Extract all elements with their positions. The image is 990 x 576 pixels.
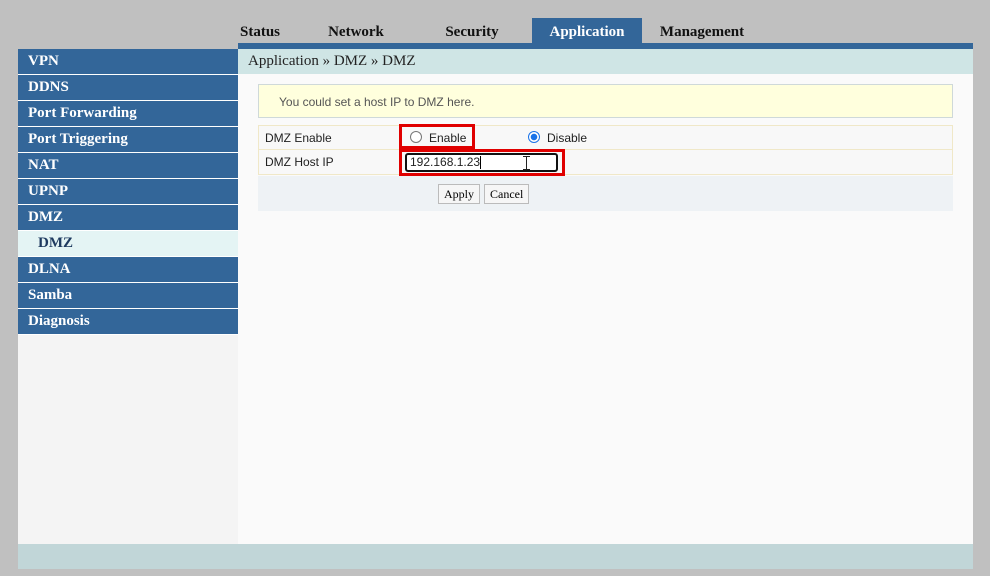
sidebar-item-nat[interactable]: NAT [18,153,238,179]
sidebar-item-port-triggering[interactable]: Port Triggering [18,127,238,153]
tab-status[interactable]: Status [220,18,300,43]
ibeam-cursor-icon [523,156,530,170]
tab-application[interactable]: Application [532,18,642,43]
footer-bar [18,544,973,569]
sidebar-item-upnp[interactable]: UPNP [18,179,238,205]
sidebar-item-ddns[interactable]: DDNS [18,75,238,101]
tab-management[interactable]: Management [642,18,762,43]
sidebar-item-diagnosis[interactable]: Diagnosis [18,309,238,335]
dmz-form: DMZ Enable Enable Disable DMZ Host IP 19… [258,124,953,176]
text-caret [480,156,482,170]
sidebar-subitem-dmz[interactable]: DMZ [18,231,238,257]
cancel-button[interactable]: Cancel [484,184,530,204]
sidebar-item-samba[interactable]: Samba [18,283,238,309]
info-notice: You could set a host IP to DMZ here. [258,84,953,118]
dmz-host-ip-input[interactable]: 192.168.1.23 [405,153,558,172]
enable-radio[interactable] [410,131,422,143]
sidebar-item-dlna[interactable]: DLNA [18,257,238,283]
enable-radio-label[interactable]: Enable [429,126,466,151]
top-navigation: Status Network Security Application Mana… [220,18,762,43]
dmz-enable-row: DMZ Enable Enable Disable [258,124,953,151]
sidebar-item-vpn[interactable]: VPN [18,49,238,75]
sidebar-item-port-forwarding[interactable]: Port Forwarding [18,101,238,127]
dmz-host-ip-value: 192.168.1.23 [410,155,481,169]
apply-button[interactable]: Apply [438,184,480,204]
main-content: Application » DMZ » DMZ You could set a … [238,49,973,544]
disable-radio[interactable] [528,131,540,143]
sidebar: VPN DDNS Port Forwarding Port Triggering… [18,49,238,544]
dmz-enable-label: DMZ Enable [265,131,332,145]
tab-security[interactable]: Security [412,18,532,43]
dmz-host-ip-row: DMZ Host IP 192.168.1.23 [258,149,953,176]
tab-network[interactable]: Network [300,18,412,43]
dmz-host-ip-label: DMZ Host IP [265,155,334,169]
sidebar-item-dmz[interactable]: DMZ [18,205,238,231]
button-area: Apply Cancel [258,176,953,211]
disable-radio-label[interactable]: Disable [547,126,587,151]
breadcrumb: Application » DMZ » DMZ [238,49,973,74]
